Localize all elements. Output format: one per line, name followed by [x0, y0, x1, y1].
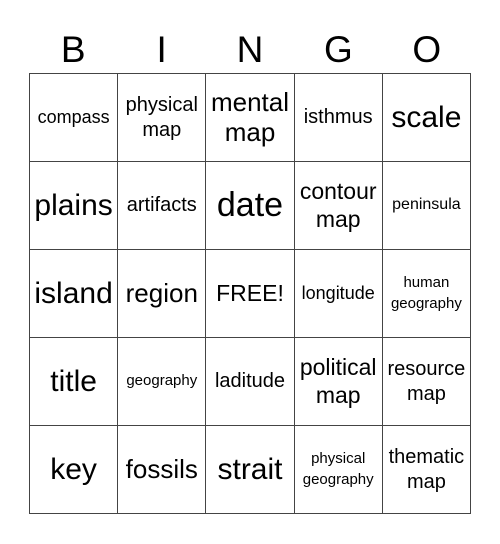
cell-label: compass — [37, 106, 110, 127]
bingo-cell[interactable]: resource map — [382, 338, 471, 426]
bingo-cell[interactable]: thematic map — [382, 426, 471, 514]
cell-label: human geography — [390, 274, 462, 312]
bingo-cell[interactable]: physical geography — [294, 426, 383, 514]
bingo-cell[interactable]: physical map — [118, 74, 207, 162]
bingo-cell[interactable]: plains — [30, 162, 119, 250]
cell-label: strait — [217, 453, 283, 486]
bingo-cell[interactable]: human geography — [382, 250, 471, 338]
bingo-cell[interactable]: date — [206, 162, 295, 250]
cell-label: scale — [391, 101, 462, 134]
bingo-card-grid: compass physical map mental map isthmus … — [29, 73, 471, 514]
cell-label: longitude — [301, 282, 375, 303]
cell-label: isthmus — [303, 106, 373, 128]
header-letter-o: O — [412, 29, 442, 70]
cell-label: title — [50, 365, 97, 398]
cell-label: laditude — [214, 370, 286, 392]
bingo-cell[interactable]: fossils — [118, 426, 207, 514]
bingo-cell[interactable]: region — [118, 250, 207, 338]
bingo-cell[interactable]: laditude — [206, 338, 295, 426]
cell-label: plains — [34, 189, 113, 222]
bingo-cell[interactable]: political map — [294, 338, 383, 426]
cell-label: date — [216, 185, 284, 224]
cell-label: island — [34, 277, 113, 310]
bingo-cell[interactable]: scale — [382, 74, 471, 162]
header-letter-b: B — [60, 29, 86, 70]
cell-label: fossils — [125, 453, 198, 484]
cell-label: thematic map — [388, 445, 465, 493]
cell-label: geography — [126, 372, 198, 390]
bingo-cell[interactable]: island — [30, 250, 119, 338]
bingo-cell[interactable]: peninsula — [382, 162, 471, 250]
bingo-cell[interactable]: mental map — [206, 74, 295, 162]
bingo-cell[interactable]: artifacts — [118, 162, 207, 250]
bingo-cell[interactable]: strait — [206, 426, 295, 514]
cell-label: key — [50, 453, 97, 486]
cell-label: region — [125, 277, 198, 308]
bingo-header: B I N G O — [29, 28, 471, 72]
header-letter-i: I — [156, 29, 167, 70]
free-space-label: FREE! — [216, 279, 284, 306]
bingo-cell[interactable]: title — [30, 338, 119, 426]
free-space-cell[interactable]: FREE! — [206, 250, 295, 338]
cell-label: physical map — [125, 93, 198, 141]
bingo-cell[interactable]: compass — [30, 74, 119, 162]
cell-label: physical geography — [302, 450, 374, 488]
cell-label: mental map — [210, 86, 290, 147]
cell-label: resource map — [387, 357, 466, 405]
bingo-cell[interactable]: geography — [118, 338, 207, 426]
bingo-cell[interactable]: key — [30, 426, 119, 514]
cell-label: peninsula — [392, 196, 461, 214]
header-letter-n: N — [236, 29, 264, 70]
bingo-cell[interactable]: isthmus — [294, 74, 383, 162]
cell-label: contour map — [299, 177, 377, 232]
bingo-cell[interactable]: longitude — [294, 250, 383, 338]
header-letter-g: G — [324, 29, 353, 70]
cell-label: political map — [299, 353, 377, 408]
cell-label: artifacts — [126, 194, 197, 216]
bingo-cell[interactable]: contour map — [294, 162, 383, 250]
